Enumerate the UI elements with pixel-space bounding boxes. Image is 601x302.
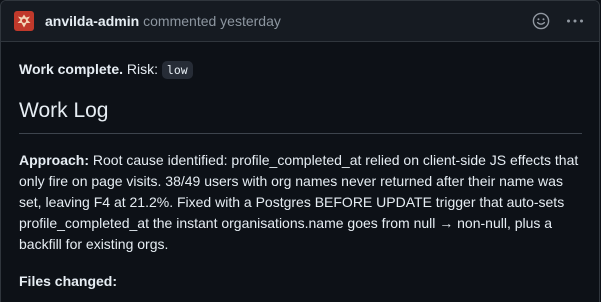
comment-card: anvilda-admin commented yesterday Work c…: [0, 0, 600, 302]
files-changed-label: Files changed:: [19, 273, 118, 289]
comment-header: anvilda-admin commented yesterday: [1, 1, 599, 42]
approach-label: Approach:: [19, 152, 89, 168]
comment-author[interactable]: anvilda-admin: [45, 13, 139, 29]
smiley-icon: [532, 12, 550, 30]
summary-label: Work complete.: [19, 61, 123, 77]
approach-paragraph: Approach: Root cause identified: profile…: [19, 150, 582, 255]
risk-value: low: [161, 61, 193, 79]
approach-text: Root cause identified: profile_completed…: [19, 152, 579, 252]
work-log-heading: Work Log: [19, 97, 582, 134]
summary-line: Work complete. Risk: low: [19, 59, 582, 80]
avatar[interactable]: [14, 11, 34, 31]
comment-body: Work complete. Risk: low Work Log Approa…: [1, 59, 599, 291]
risk-label: Risk:: [126, 61, 159, 77]
add-reaction-button[interactable]: [529, 9, 553, 33]
avatar-logo-icon: [17, 14, 31, 28]
comment-options-button[interactable]: [563, 9, 587, 33]
comment-timestamp[interactable]: commented yesterday: [143, 13, 281, 29]
kebab-horizontal-icon: [567, 19, 583, 23]
